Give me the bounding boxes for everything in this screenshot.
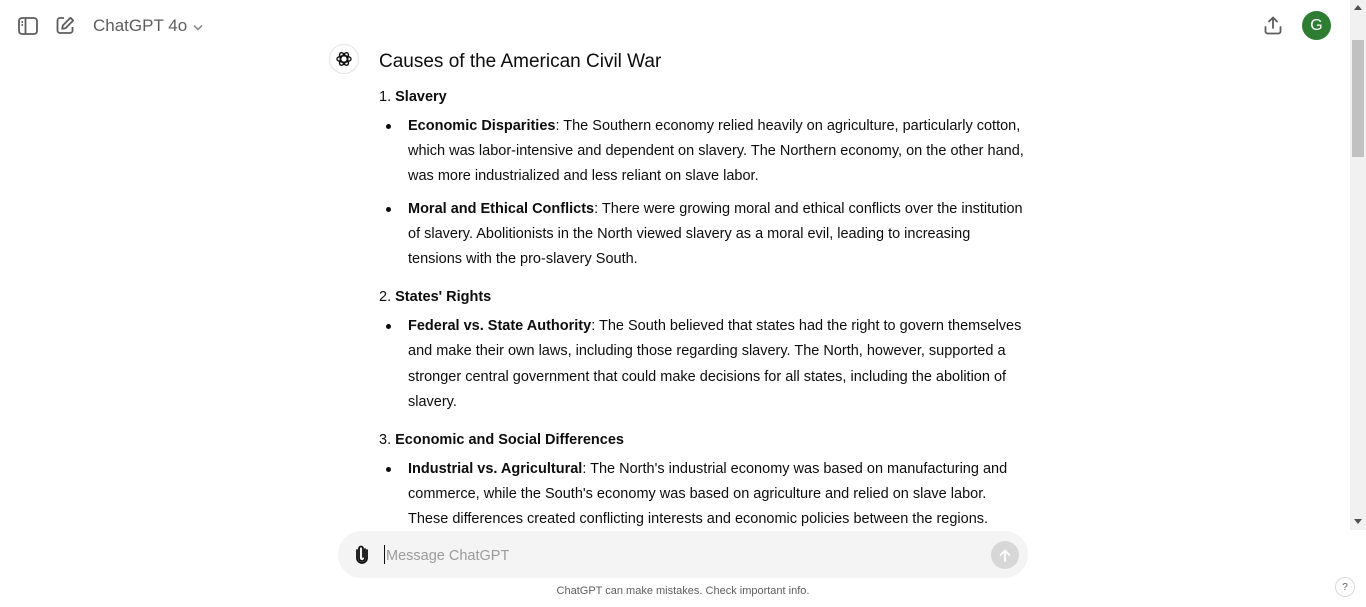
disclaimer-text: ChatGPT can make mistakes. Check importa… [556, 585, 810, 597]
help-button[interactable]: ? [1335, 577, 1355, 597]
list-item: Economic Disparities: The Southern econo… [379, 114, 1024, 190]
section-number: 2. [379, 289, 392, 306]
section-number: 1. [379, 89, 392, 105]
text-caret [384, 545, 385, 564]
assistant-message: Causes of the American Civil War 1. Slav… [379, 50, 1024, 530]
avatar[interactable]: G [1302, 11, 1331, 40]
new-chat-icon[interactable] [54, 14, 76, 36]
list-item: Moral and Ethical Conflicts: There were … [379, 197, 1024, 273]
section-title: Slavery [395, 89, 447, 105]
share-icon[interactable] [1262, 14, 1284, 36]
section-heading: 3. Economic and Social Differences [379, 429, 1024, 451]
bullet-term: Economic Disparities [408, 118, 556, 134]
message-input[interactable] [384, 543, 978, 569]
section-number: 3. [379, 432, 392, 449]
section-title: States' Rights [395, 289, 492, 306]
section-heading: 2. States' Rights [379, 286, 1024, 308]
avatar-initial: G [1310, 16, 1323, 34]
chatgpt-logo-icon [329, 44, 359, 74]
message-title: Causes of the American Civil War [379, 51, 662, 72]
model-selector[interactable]: ChatGPT 4o [93, 14, 203, 38]
section-title: Economic and Social Differences [395, 432, 624, 449]
bullet-term: Moral and Ethical Conflicts [408, 200, 595, 217]
bullet-term: Industrial vs. Agricultural [408, 461, 583, 478]
bullet-list: Economic Disparities: The Southern econo… [379, 114, 1024, 272]
section-heading: 1. Slavery [379, 86, 1024, 108]
chevron-down-icon [193, 16, 203, 36]
scrollbar-thumb[interactable] [1352, 40, 1364, 157]
send-button[interactable] [991, 541, 1019, 569]
arrow-up-icon [999, 548, 1011, 562]
scroll-down-small-arrow-icon[interactable] [1354, 519, 1362, 524]
conversation-area: Causes of the American Civil War 1. Slav… [0, 40, 1350, 530]
model-label: ChatGPT 4o [93, 16, 188, 35]
scrollbar[interactable] [1350, 0, 1366, 530]
list-item: Federal vs. State Authority: The South b… [379, 314, 1024, 415]
bullet-term: Federal vs. State Authority [408, 318, 592, 335]
bullet-list: Industrial vs. Agricultural: The North's… [379, 457, 1024, 530]
composer [338, 531, 1028, 578]
bullet-list: Federal vs. State Authority: The South b… [379, 314, 1024, 415]
list-item: Industrial vs. Agricultural: The North's… [379, 457, 1024, 530]
scroll-up-arrow-icon[interactable] [1354, 5, 1362, 10]
paperclip-icon[interactable] [354, 544, 370, 569]
sidebar-toggle-icon[interactable] [17, 15, 39, 37]
